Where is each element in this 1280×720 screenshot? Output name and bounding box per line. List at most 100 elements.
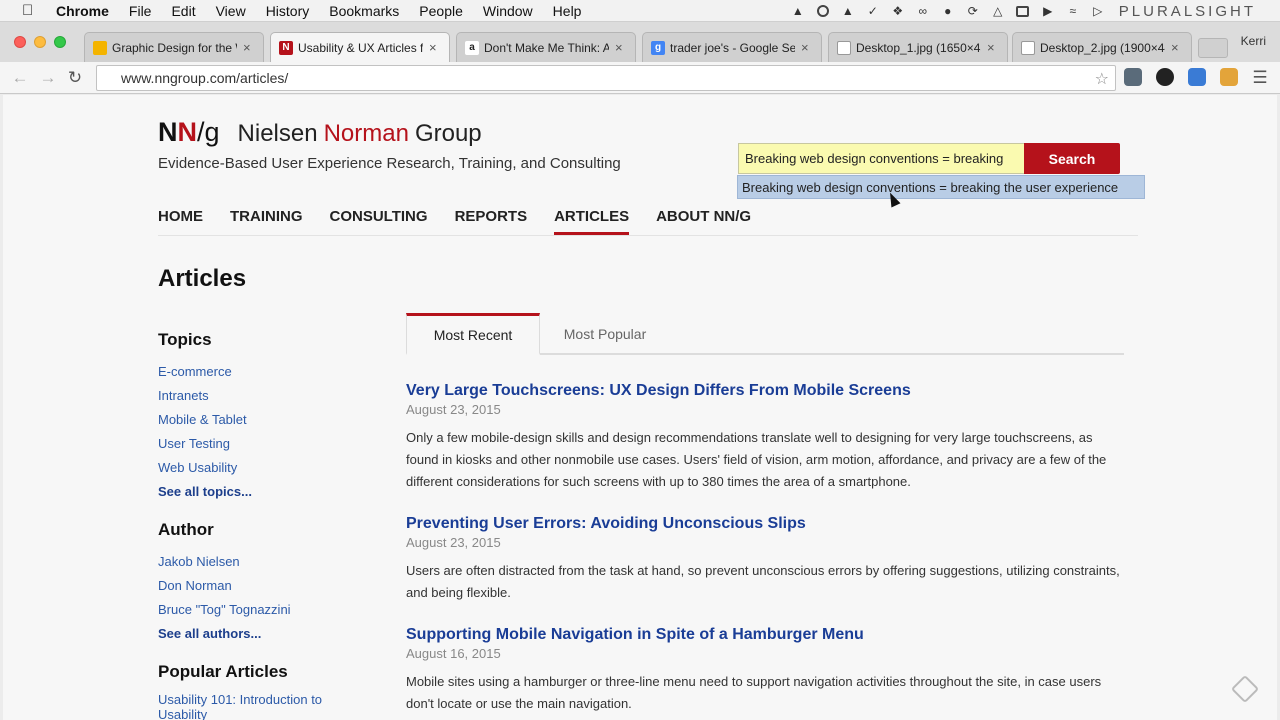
back-arrow-icon[interactable]: ← xyxy=(8,66,32,90)
topic-link-intranets[interactable]: Intranets xyxy=(158,384,368,408)
popular-article-link[interactable]: Usability 101: Introduction to Usability xyxy=(158,692,368,720)
battery-icon[interactable] xyxy=(1015,4,1031,18)
check-icon[interactable]: ✓ xyxy=(865,4,881,18)
close-window-button[interactable] xyxy=(14,36,26,48)
new-tab-button[interactable] xyxy=(1198,38,1228,58)
author-link-tognazzini[interactable]: Bruce "Tog" Tognazzini xyxy=(158,598,368,622)
menu-history[interactable]: History xyxy=(266,3,310,19)
wifi-icon[interactable]: ≈ xyxy=(1065,4,1081,18)
menu-edit[interactable]: Edit xyxy=(171,3,195,19)
tab-title: Desktop_2.jpg (1900×44 xyxy=(1040,40,1165,55)
slides-favicon-icon xyxy=(93,40,107,55)
browser-tab-active[interactable]: N Usability & UX Articles fr × xyxy=(270,32,450,62)
logo-n-red: N xyxy=(177,117,198,147)
sync-icon[interactable]: ⟳ xyxy=(965,4,981,18)
chrome-menu-icon[interactable]: ☰ xyxy=(1248,66,1272,90)
menu-view[interactable]: View xyxy=(216,3,246,19)
dropbox-icon[interactable]: ❖ xyxy=(890,4,906,18)
article-tabs: Most Recent Most Popular xyxy=(406,313,1124,355)
volume-icon[interactable]: ▶ xyxy=(1040,4,1056,18)
nav-home[interactable]: HOME xyxy=(158,208,203,235)
browser-tab[interactable]: Desktop_2.jpg (1900×44 × xyxy=(1012,32,1192,62)
main-navigation: HOME TRAINING CONSULTING REPORTS ARTICLE… xyxy=(158,208,778,235)
browser-tab-strip: Graphic Design for the W × N Usability &… xyxy=(0,22,1280,62)
maximize-window-button[interactable] xyxy=(54,36,66,48)
close-tab-icon[interactable]: × xyxy=(615,40,627,55)
tab-most-recent[interactable]: Most Recent xyxy=(406,313,540,355)
drive-icon[interactable]: △ xyxy=(990,4,1006,18)
notification-bell-icon[interactable]: ▲ xyxy=(790,4,806,18)
logo-n: N xyxy=(158,117,178,147)
nav-consulting[interactable]: CONSULTING xyxy=(330,208,428,235)
browser-tab[interactable]: Desktop_1.jpg (1650×458 × xyxy=(828,32,1008,62)
tab-title: Graphic Design for the W xyxy=(112,40,237,55)
search-button[interactable]: Search xyxy=(1024,143,1120,174)
see-all-topics-link[interactable]: See all topics... xyxy=(158,480,368,504)
close-tab-icon[interactable]: × xyxy=(429,40,441,55)
article-title-link[interactable]: Supporting Mobile Navigation in Spite of… xyxy=(406,626,1124,644)
article-summary: Only a few mobile-design skills and desi… xyxy=(406,430,1107,489)
reload-icon[interactable]: ↻ xyxy=(63,66,87,90)
topic-link-mobile[interactable]: Mobile & Tablet xyxy=(158,408,368,432)
popular-articles-heading: Popular Articles xyxy=(158,662,288,681)
close-tab-icon[interactable]: × xyxy=(1171,40,1183,55)
topics-heading: Topics xyxy=(158,330,212,349)
menu-file[interactable]: File xyxy=(129,3,152,19)
author-link-norman[interactable]: Don Norman xyxy=(158,574,368,598)
evernote-icon[interactable]: ● xyxy=(940,4,956,18)
record-icon[interactable] xyxy=(815,4,831,18)
amazon-favicon-icon: a xyxy=(465,40,479,55)
profile-button[interactable]: Kerri xyxy=(1241,34,1266,48)
article-item: Very Large Touchscreens: UX Design Diffe… xyxy=(406,382,1124,493)
autocomplete-suggestion[interactable]: Breaking web design conventions = breaki… xyxy=(737,175,1145,199)
feedback-diamond-icon[interactable] xyxy=(1230,674,1260,704)
nav-divider xyxy=(158,235,1138,236)
creative-cloud-icon[interactable]: ∞ xyxy=(915,4,931,18)
article-list: Very Large Touchscreens: UX Design Diffe… xyxy=(406,382,1124,720)
tab-title: Usability & UX Articles fr xyxy=(298,40,423,55)
extension-icon[interactable] xyxy=(1188,68,1206,86)
search-input[interactable]: Breaking web design conventions = breaki… xyxy=(738,143,1025,174)
apple-icon[interactable]:  xyxy=(22,2,40,19)
minimize-window-button[interactable] xyxy=(34,36,46,48)
menu-help[interactable]: Help xyxy=(553,3,582,19)
topic-link-web-usability[interactable]: Web Usability xyxy=(158,456,368,480)
browser-tab[interactable]: Graphic Design for the W × xyxy=(84,32,264,62)
close-tab-icon[interactable]: × xyxy=(987,40,999,55)
nav-reports[interactable]: REPORTS xyxy=(455,208,528,235)
article-date: August 23, 2015 xyxy=(406,402,501,417)
logo-word-group: Group xyxy=(414,120,482,147)
menu-app-name[interactable]: Chrome xyxy=(56,3,109,19)
article-item: Preventing User Errors: Avoiding Unconsc… xyxy=(406,515,1124,604)
browser-tab[interactable]: a Don't Make Me Think: A × xyxy=(456,32,636,62)
article-title-link[interactable]: Very Large Touchscreens: UX Design Diffe… xyxy=(406,382,1124,400)
site-logo[interactable]: N N / g Nielsen Norman Group xyxy=(158,117,482,148)
browser-tab[interactable]: g trader joe's - Google Sea × xyxy=(642,32,822,62)
article-summary: Users are often distracted from the task… xyxy=(406,563,1120,600)
topic-link-ecommerce[interactable]: E-commerce xyxy=(158,360,368,384)
author-link-nielsen[interactable]: Jakob Nielsen xyxy=(158,550,368,574)
extension-icon[interactable] xyxy=(1156,68,1174,86)
nav-training[interactable]: TRAINING xyxy=(230,208,303,235)
see-all-authors-link[interactable]: See all authors... xyxy=(158,622,368,646)
author-heading: Author xyxy=(158,520,214,539)
topic-link-user-testing[interactable]: User Testing xyxy=(158,432,368,456)
address-bar[interactable]: www.nngroup.com/articles/ ☆ xyxy=(96,65,1116,91)
extension-icon[interactable] xyxy=(1220,68,1238,86)
close-tab-icon[interactable]: × xyxy=(801,40,813,55)
article-date: August 16, 2015 xyxy=(406,646,501,661)
menu-people[interactable]: People xyxy=(419,3,463,19)
forward-arrow-icon[interactable]: → xyxy=(36,66,60,90)
article-title-link[interactable]: Preventing User Errors: Avoiding Unconsc… xyxy=(406,515,1124,533)
menu-bookmarks[interactable]: Bookmarks xyxy=(329,3,399,19)
nav-about[interactable]: ABOUT NN/G xyxy=(656,208,751,235)
pluralsight-logo-icon: ▷ xyxy=(1093,4,1103,18)
extension-icon[interactable] xyxy=(1124,68,1142,86)
close-tab-icon[interactable]: × xyxy=(243,40,255,55)
menu-window[interactable]: Window xyxy=(483,3,533,19)
nav-articles[interactable]: ARTICLES xyxy=(554,208,630,235)
bookmark-star-icon[interactable]: ☆ xyxy=(1095,69,1109,89)
tab-most-popular[interactable]: Most Popular xyxy=(540,313,670,355)
tab-title: trader joe's - Google Sea xyxy=(670,40,795,55)
adobe-icon[interactable]: ▲ xyxy=(840,4,856,18)
